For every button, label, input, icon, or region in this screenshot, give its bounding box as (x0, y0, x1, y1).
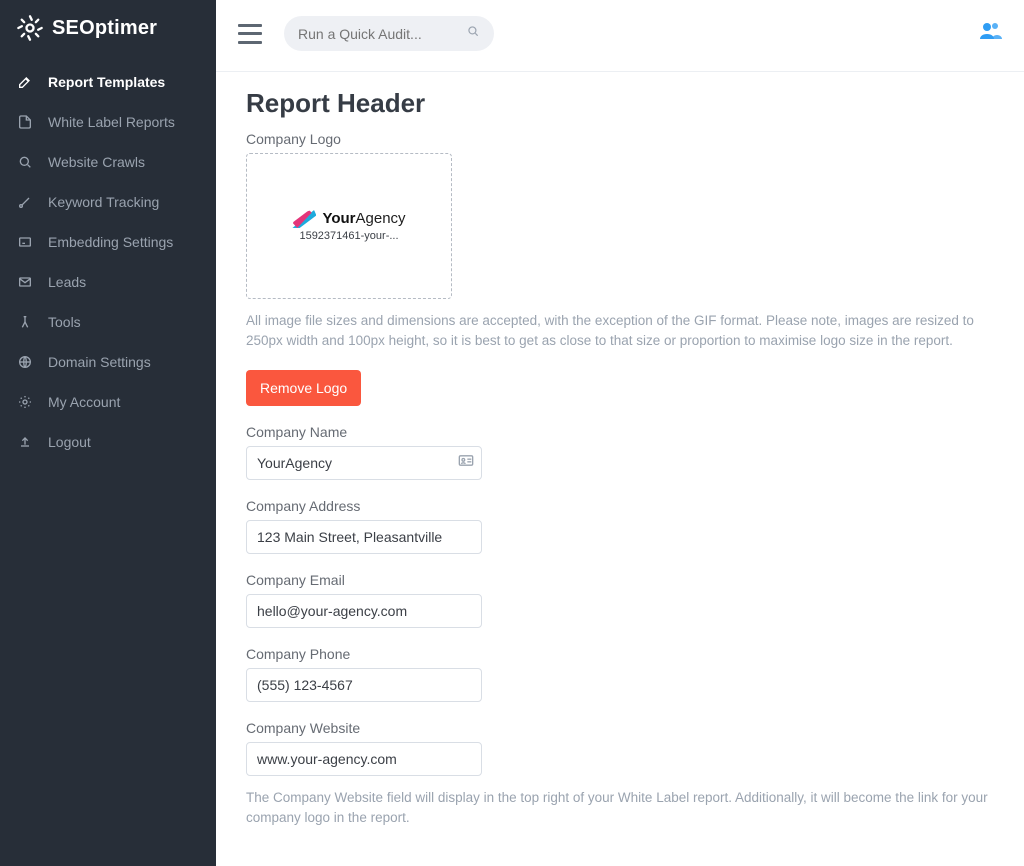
sidebar-item-embedding-settings[interactable]: Embedding Settings (0, 222, 216, 262)
logo-preview-top: YourAgency (292, 210, 405, 228)
user-menu-button[interactable] (978, 19, 1002, 48)
company-logo-light: Agency (356, 210, 406, 227)
doc-icon (16, 114, 34, 130)
logo-preview: YourAgency 1592371461-your-... (292, 210, 405, 242)
sidebar-item-label: Leads (48, 274, 86, 290)
sidebar-item-tools[interactable]: Tools (0, 302, 216, 342)
sidebar-item-white-label-reports[interactable]: White Label Reports (0, 102, 216, 142)
content: Report Header Company Logo YourAgency 15… (216, 72, 1024, 866)
company-name-input[interactable] (246, 446, 482, 480)
company-logo-bold: Your (322, 210, 355, 227)
sidebar: SEOptimer Report Templates White Label R… (0, 0, 216, 866)
sidebar-nav: Report Templates White Label Reports Web… (0, 60, 216, 462)
gear-icon (16, 394, 34, 410)
topbar (216, 0, 1024, 72)
sidebar-item-label: Website Crawls (48, 154, 145, 170)
company-address-input[interactable] (246, 520, 482, 554)
sidebar-item-label: Keyword Tracking (48, 194, 159, 210)
main: Report Header Company Logo YourAgency 15… (216, 0, 1024, 866)
company-website-input[interactable] (246, 742, 482, 776)
magnify-icon (16, 154, 34, 170)
sidebar-item-label: Tools (48, 314, 81, 330)
sidebar-item-leads[interactable]: Leads (0, 262, 216, 302)
brand: SEOptimer (0, 0, 216, 60)
sidebar-item-label: Report Templates (48, 74, 165, 90)
company-email-row: Company Email (246, 572, 994, 628)
embed-icon (16, 234, 34, 250)
remove-logo-button[interactable]: Remove Logo (246, 370, 361, 406)
sidebar-item-my-account[interactable]: My Account (0, 382, 216, 422)
globe-icon (16, 354, 34, 370)
sidebar-item-report-templates[interactable]: Report Templates (0, 62, 216, 102)
company-phone-label: Company Phone (246, 646, 994, 662)
menu-toggle-button[interactable] (238, 24, 262, 44)
company-address-row: Company Address (246, 498, 994, 554)
company-logo-label: Company Logo (246, 131, 994, 147)
company-phone-input[interactable] (246, 668, 482, 702)
mail-icon (16, 274, 34, 290)
company-name-label: Company Name (246, 424, 994, 440)
sidebar-item-label: Embedding Settings (48, 234, 173, 250)
company-phone-row: Company Phone (246, 646, 994, 702)
page-title: Report Header (246, 88, 994, 119)
sidebar-item-label: My Account (48, 394, 120, 410)
logo-note: All image file sizes and dimensions are … (246, 311, 994, 352)
sidebar-item-website-crawls[interactable]: Website Crawls (0, 142, 216, 182)
brand-text: SEOptimer (52, 17, 157, 40)
search-input-wrap[interactable] (284, 16, 494, 51)
website-note: The Company Website field will display i… (246, 788, 994, 829)
company-website-row: Company Website (246, 720, 994, 776)
users-icon (978, 30, 1002, 47)
company-email-input[interactable] (246, 594, 482, 628)
sidebar-item-label: Domain Settings (48, 354, 151, 370)
sidebar-item-label: Logout (48, 434, 91, 450)
company-address-label: Company Address (246, 498, 994, 514)
search-input[interactable] (298, 26, 456, 42)
topbar-search (284, 16, 494, 51)
company-website-label: Company Website (246, 720, 994, 736)
company-logo-text: YourAgency (322, 210, 405, 228)
logo-filename-caption: 1592371461-your-... (299, 230, 398, 242)
company-logo-mark-icon (292, 210, 316, 228)
key-icon (16, 194, 34, 210)
company-name-row: Company Name (246, 424, 994, 480)
tools-icon (16, 314, 34, 330)
sidebar-item-logout[interactable]: Logout (0, 422, 216, 462)
brand-logo-icon (16, 14, 44, 42)
id-card-icon (458, 453, 474, 472)
upload-icon (16, 434, 34, 450)
sidebar-item-keyword-tracking[interactable]: Keyword Tracking (0, 182, 216, 222)
app-root: SEOptimer Report Templates White Label R… (0, 0, 1024, 866)
sidebar-item-label: White Label Reports (48, 114, 175, 130)
search-icon (466, 24, 480, 43)
company-email-label: Company Email (246, 572, 994, 588)
edit-icon (16, 74, 34, 90)
logo-dropzone[interactable]: YourAgency 1592371461-your-... (246, 153, 452, 299)
sidebar-item-domain-settings[interactable]: Domain Settings (0, 342, 216, 382)
